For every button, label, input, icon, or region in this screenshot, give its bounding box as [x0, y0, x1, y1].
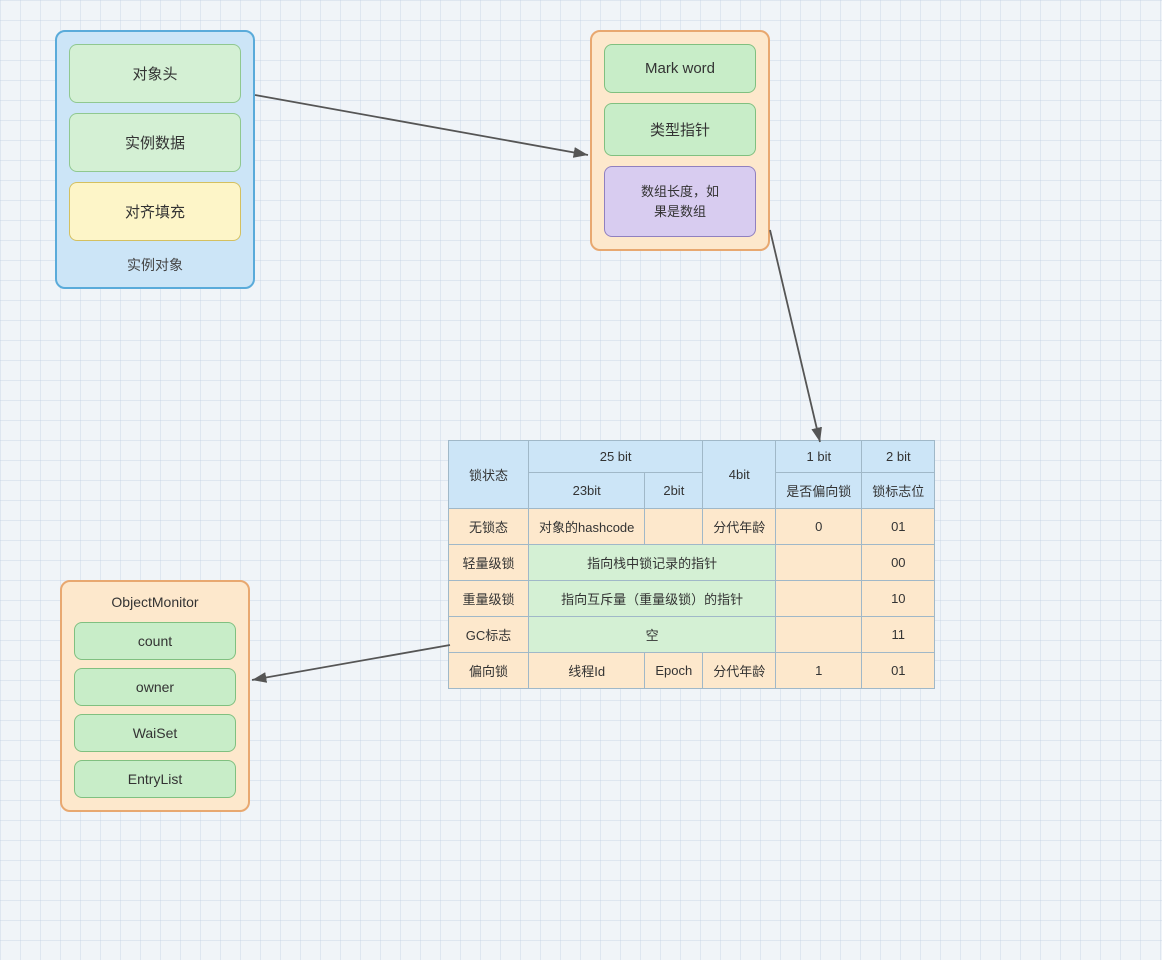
- unlocked-flag: 01: [862, 509, 935, 545]
- monitor-owner: owner: [74, 668, 236, 706]
- gc-biased: [776, 617, 862, 653]
- instance-padding-item: 对齐填充: [69, 182, 241, 241]
- array-length-item: 数组长度，如 果是数组: [604, 166, 756, 237]
- unlocked-age: 分代年龄: [703, 509, 776, 545]
- heavyweight-pointer: 指向互斥量（重量级锁）的指针: [529, 581, 776, 617]
- instance-object-label: 实例对象: [69, 255, 241, 275]
- biased-biased: 1: [776, 653, 862, 689]
- biased-threadid: 线程Id: [529, 653, 645, 689]
- heavyweight-biased: [776, 581, 862, 617]
- biased-header: 是否偏向锁: [776, 473, 862, 509]
- lightweight-biased: [776, 545, 862, 581]
- lightweight-flag: 00: [862, 545, 935, 581]
- lightweight-pointer: 指向栈中锁记录的指针: [529, 545, 776, 581]
- 2bit-header: 2 bit: [862, 441, 935, 473]
- heavyweight-flag: 10: [862, 581, 935, 617]
- lock-state-header: 锁状态: [449, 441, 529, 509]
- 23bit-sub-header: 23bit: [529, 473, 645, 509]
- lightweight-lock: 轻量级锁: [449, 545, 529, 581]
- monitor-waiset: WaiSet: [74, 714, 236, 752]
- gc-content: 空: [529, 617, 776, 653]
- gc-flag: 11: [862, 617, 935, 653]
- heavyweight-lock: 重量级锁: [449, 581, 529, 617]
- biased-flag: 01: [862, 653, 935, 689]
- biased-lock: 偏向锁: [449, 653, 529, 689]
- flag-header: 锁标志位: [862, 473, 935, 509]
- object-header-box: Mark word 类型指针 数组长度，如 果是数组: [590, 30, 770, 251]
- instance-header-item: 对象头: [69, 44, 241, 103]
- monitor-entrylist: EntryList: [74, 760, 236, 798]
- unlocked-lock: 无锁态: [449, 509, 529, 545]
- 25bit-header: 25 bit: [529, 441, 703, 473]
- biased-epoch: Epoch: [645, 653, 703, 689]
- 2bit-sub-header: 2bit: [645, 473, 703, 509]
- biased-age: 分代年龄: [703, 653, 776, 689]
- type-pointer-item: 类型指针: [604, 103, 756, 156]
- instance-data-item: 实例数据: [69, 113, 241, 172]
- monitor-count: count: [74, 622, 236, 660]
- object-monitor-box: ObjectMonitor count owner WaiSet EntryLi…: [60, 580, 250, 812]
- mark-word-item: Mark word: [604, 44, 756, 93]
- unlocked-biased: 0: [776, 509, 862, 545]
- gc-lock: GC标志: [449, 617, 529, 653]
- monitor-title: ObjectMonitor: [74, 594, 236, 610]
- 4bit-header: 4bit: [703, 441, 776, 509]
- markword-table: 锁状态 25 bit 4bit 1 bit 2 bit 23bit 2bit 是…: [448, 440, 935, 689]
- unlocked-age-col: [645, 509, 703, 545]
- instance-object-box: 对象头 实例数据 对齐填充 实例对象: [55, 30, 255, 289]
- unlocked-hashcode: 对象的hashcode: [529, 509, 645, 545]
- 1bit-header: 1 bit: [776, 441, 862, 473]
